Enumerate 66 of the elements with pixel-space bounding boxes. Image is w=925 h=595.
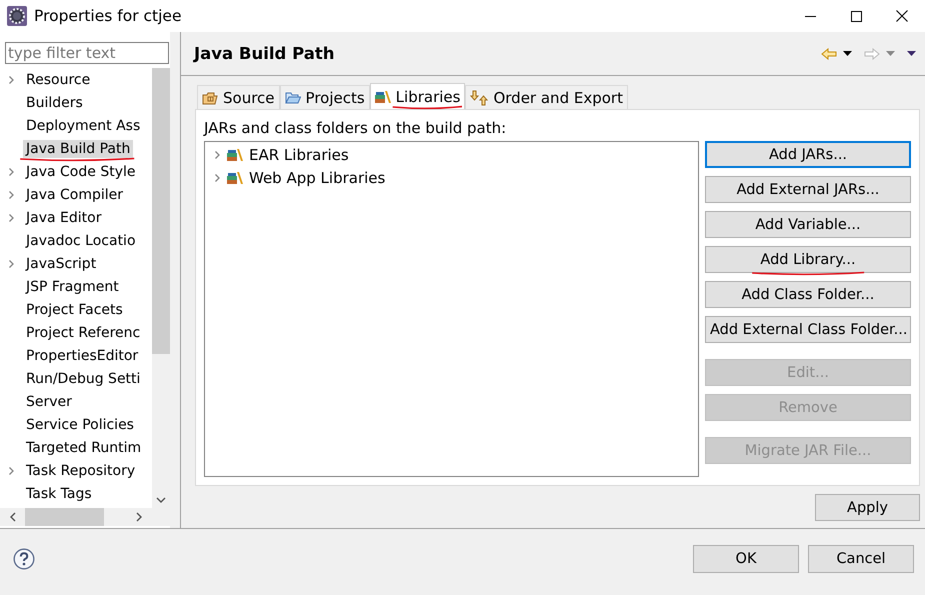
sidebar-item[interactable]: Java Compiler <box>0 183 152 206</box>
folder-icon <box>284 90 301 104</box>
expand-icon[interactable] <box>8 258 15 268</box>
sidebar-item[interactable]: Resource <box>0 68 152 91</box>
expand-icon[interactable] <box>214 150 221 160</box>
sidebar-item[interactable]: Targeted Runtim <box>0 436 152 459</box>
library-list[interactable]: EAR Libraries Web App Libraries <box>204 141 699 477</box>
help-icon[interactable] <box>13 548 35 570</box>
window-title: Properties for ctjee <box>34 7 182 25</box>
sidebar-item[interactable]: Javadoc Locatio <box>0 229 152 252</box>
expand-icon[interactable] <box>8 190 15 200</box>
up-down-arrows-icon <box>470 90 488 106</box>
expand-icon[interactable] <box>8 166 15 176</box>
forward-arrow-icon[interactable] <box>864 48 880 60</box>
sidebar-item[interactable]: Task Repository <box>0 459 152 482</box>
expand-icon[interactable] <box>214 172 221 182</box>
package-folder-icon <box>202 90 218 104</box>
scroll-down-icon[interactable] <box>156 497 166 504</box>
sidebar-item[interactable]: PropertiesEditor <box>0 344 152 367</box>
books-icon <box>227 170 243 184</box>
action-button[interactable]: Add External Class Folder... <box>705 316 911 343</box>
sidebar-item[interactable]: Project Referenc <box>0 321 152 344</box>
sidebar-item[interactable]: Project Facets <box>0 298 152 321</box>
annotation-underline <box>392 104 462 110</box>
sidebar-item[interactable]: Java Code Style <box>0 160 152 183</box>
sidebar-item[interactable]: Task Tags <box>0 482 152 505</box>
back-arrow-icon[interactable] <box>821 48 837 60</box>
ok-button[interactable]: OK <box>693 545 799 573</box>
sidebar-item[interactable]: Java Editor <box>0 206 152 229</box>
dropdown-icon[interactable] <box>843 51 852 56</box>
sidebar-item[interactable]: Service Policies <box>0 413 152 436</box>
sidebar-item[interactable]: Builders <box>0 91 152 114</box>
library-item[interactable]: Web App Libraries <box>249 168 386 186</box>
horizontal-scrollbar[interactable] <box>0 508 170 526</box>
action-button[interactable]: Add Variable... <box>705 211 911 238</box>
expand-icon[interactable] <box>8 74 15 84</box>
books-icon <box>374 90 391 104</box>
expand-icon[interactable] <box>8 466 15 476</box>
tab[interactable]: Projects <box>280 85 370 109</box>
sidebar-item[interactable]: Run/Debug Setti <box>0 367 152 390</box>
tab[interactable]: Libraries <box>370 83 466 109</box>
list-caption: JARs and class folders on the build path: <box>204 119 508 137</box>
page-title: Java Build Path <box>194 44 336 63</box>
sidebar-item[interactable]: JavaScript <box>0 252 152 275</box>
apply-button[interactable]: Apply <box>815 494 920 521</box>
menu-icon[interactable] <box>907 51 916 56</box>
sidebar-item[interactable]: JSP Fragment <box>0 275 152 298</box>
tab[interactable]: Source <box>197 85 280 109</box>
expand-icon[interactable] <box>8 212 15 222</box>
action-button[interactable]: Add Class Folder... <box>705 281 911 308</box>
books-icon <box>227 148 243 162</box>
gear-icon <box>7 6 27 26</box>
action-button[interactable]: Add External JARs... <box>705 176 911 203</box>
vertical-scrollbar[interactable] <box>152 68 170 508</box>
scroll-left-icon[interactable] <box>9 512 16 522</box>
scroll-right-icon[interactable] <box>136 512 143 522</box>
close-icon[interactable] <box>896 10 908 22</box>
action-button[interactable]: Add Library... <box>705 246 911 273</box>
sidebar-item[interactable]: Deployment Ass <box>0 114 152 137</box>
maximize-icon[interactable] <box>850 10 862 22</box>
action-button[interactable]: Add JARs... <box>705 141 911 168</box>
library-item[interactable]: EAR Libraries <box>249 146 349 164</box>
filter-field[interactable]: type filter text <box>5 42 169 64</box>
sidebar-item[interactable]: Server <box>0 390 152 413</box>
tab[interactable]: Order and Export <box>465 85 628 109</box>
cancel-button[interactable]: Cancel <box>808 545 914 573</box>
